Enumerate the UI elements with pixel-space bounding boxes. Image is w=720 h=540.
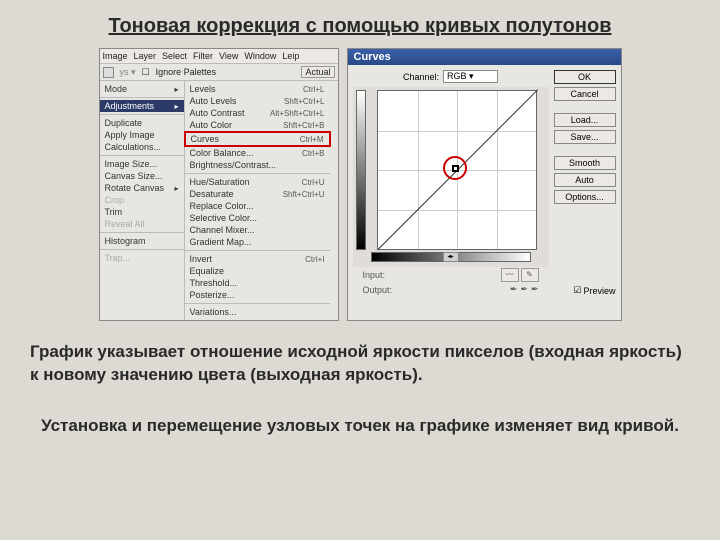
output-gradient bbox=[356, 90, 366, 250]
gradient-slider[interactable]: ◂▸ bbox=[443, 252, 459, 262]
adjustments-submenu: LevelsCtrl+L Auto LevelsShft+Ctrl+L Auto… bbox=[185, 81, 330, 320]
eyedropper-black-icon[interactable]: ✒ bbox=[510, 284, 518, 295]
menu-canvas-size[interactable]: Canvas Size... bbox=[100, 170, 184, 182]
menu-adjustments[interactable]: Adjustments▸ bbox=[100, 100, 184, 112]
highlight-circle bbox=[443, 156, 467, 180]
sub-hue-sat[interactable]: Hue/SaturationCtrl+U bbox=[185, 176, 330, 188]
menu-calculations[interactable]: Calculations... bbox=[100, 141, 184, 153]
eyedropper-white-icon[interactable]: ✒ bbox=[531, 284, 539, 295]
menu-apply-image[interactable]: Apply Image bbox=[100, 129, 184, 141]
menu-image[interactable]: Image bbox=[103, 51, 128, 61]
sub-auto-color[interactable]: Auto ColorShft+Ctrl+B bbox=[185, 119, 330, 131]
sub-channel-mixer[interactable]: Channel Mixer... bbox=[185, 224, 330, 236]
menubar: Image Layer Select Filter View Window Le… bbox=[100, 49, 338, 64]
sub-color-balance[interactable]: Color Balance...Ctrl+B bbox=[185, 147, 330, 159]
sub-variations[interactable]: Variations... bbox=[185, 306, 330, 318]
save-button[interactable]: Save... bbox=[554, 130, 616, 144]
sub-auto-contrast[interactable]: Auto ContrastAlt+Shft+Ctrl+L bbox=[185, 107, 330, 119]
ok-button[interactable]: OK bbox=[554, 70, 616, 84]
sub-posterize[interactable]: Posterize... bbox=[185, 289, 330, 301]
page-title: Тоновая коррекция с помощью кривых полут… bbox=[0, 0, 720, 48]
sub-desaturate[interactable]: DesaturateShft+Ctrl+U bbox=[185, 188, 330, 200]
menu-view[interactable]: View bbox=[219, 51, 238, 61]
caption-2: Установка и перемещение узловых точек на… bbox=[0, 395, 720, 446]
image-menu: Mode▸ Adjustments▸ Duplicate Apply Image… bbox=[100, 81, 185, 320]
workspace: Image Layer Select Filter View Window Le… bbox=[0, 48, 720, 321]
sub-levels[interactable]: LevelsCtrl+L bbox=[185, 83, 330, 95]
curves-dialog: Curves Channel: RGB ▾ bbox=[347, 48, 622, 321]
options-button[interactable]: Options... bbox=[554, 190, 616, 204]
curve-tool-icon[interactable]: 〰 bbox=[501, 268, 519, 282]
sub-replace-color[interactable]: Replace Color... bbox=[185, 200, 330, 212]
ignore-palettes-label: Ignore Palettes bbox=[156, 67, 217, 77]
menu-duplicate[interactable]: Duplicate bbox=[100, 117, 184, 129]
toolbar: ys ▾ ☐Ignore Palettes Actual bbox=[100, 64, 338, 81]
channel-label: Channel: bbox=[403, 72, 439, 82]
smooth-button[interactable]: Smooth bbox=[554, 156, 616, 170]
menu-crop: Crop bbox=[100, 194, 184, 206]
tool-icon[interactable] bbox=[103, 67, 114, 78]
input-label: Input: bbox=[363, 270, 386, 280]
menu-trap: Trap... bbox=[100, 252, 184, 264]
menu-reveal-all: Reveal All bbox=[100, 218, 184, 230]
menu-histogram[interactable]: Histogram bbox=[100, 235, 184, 247]
photoshop-menu-panel: Image Layer Select Filter View Window Le… bbox=[99, 48, 339, 321]
load-button[interactable]: Load... bbox=[554, 113, 616, 127]
menu-window[interactable]: Window bbox=[244, 51, 276, 61]
menu-rotate-canvas[interactable]: Rotate Canvas▸ bbox=[100, 182, 184, 194]
menu-filter[interactable]: Filter bbox=[193, 51, 213, 61]
menu-mode[interactable]: Mode▸ bbox=[100, 83, 184, 95]
input-gradient: ◂▸ bbox=[371, 252, 531, 262]
menu-select[interactable]: Select bbox=[162, 51, 187, 61]
curve-graph[interactable] bbox=[377, 90, 537, 250]
actual-button[interactable]: Actual bbox=[301, 66, 334, 78]
cancel-button[interactable]: Cancel bbox=[554, 87, 616, 101]
curves-titlebar: Curves bbox=[348, 49, 621, 65]
menu-help[interactable]: Leip bbox=[282, 51, 299, 61]
sub-equalize[interactable]: Equalize bbox=[185, 265, 330, 277]
eyedropper-gray-icon[interactable]: ✒ bbox=[520, 284, 528, 295]
caption-1: График указывает отношение исходной ярко… bbox=[0, 321, 720, 395]
sub-auto-levels[interactable]: Auto LevelsShft+Ctrl+L bbox=[185, 95, 330, 107]
preview-checkbox[interactable]: ☑ Preview bbox=[554, 285, 616, 296]
sub-threshold[interactable]: Threshold... bbox=[185, 277, 330, 289]
pencil-tool-icon[interactable]: ✎ bbox=[521, 268, 539, 282]
sub-gradient-map[interactable]: Gradient Map... bbox=[185, 236, 330, 248]
sub-curves[interactable]: CurvesCtrl+M bbox=[186, 133, 329, 145]
channel-select[interactable]: RGB ▾ bbox=[443, 70, 498, 83]
auto-button[interactable]: Auto bbox=[554, 173, 616, 187]
sub-brightness[interactable]: Brightness/Contrast... bbox=[185, 159, 330, 171]
menu-image-size[interactable]: Image Size... bbox=[100, 158, 184, 170]
sub-selective-color[interactable]: Selective Color... bbox=[185, 212, 330, 224]
menu-layer[interactable]: Layer bbox=[134, 51, 157, 61]
output-label: Output: bbox=[363, 285, 393, 295]
sub-invert[interactable]: InvertCtrl+I bbox=[185, 253, 330, 265]
menu-trim[interactable]: Trim bbox=[100, 206, 184, 218]
